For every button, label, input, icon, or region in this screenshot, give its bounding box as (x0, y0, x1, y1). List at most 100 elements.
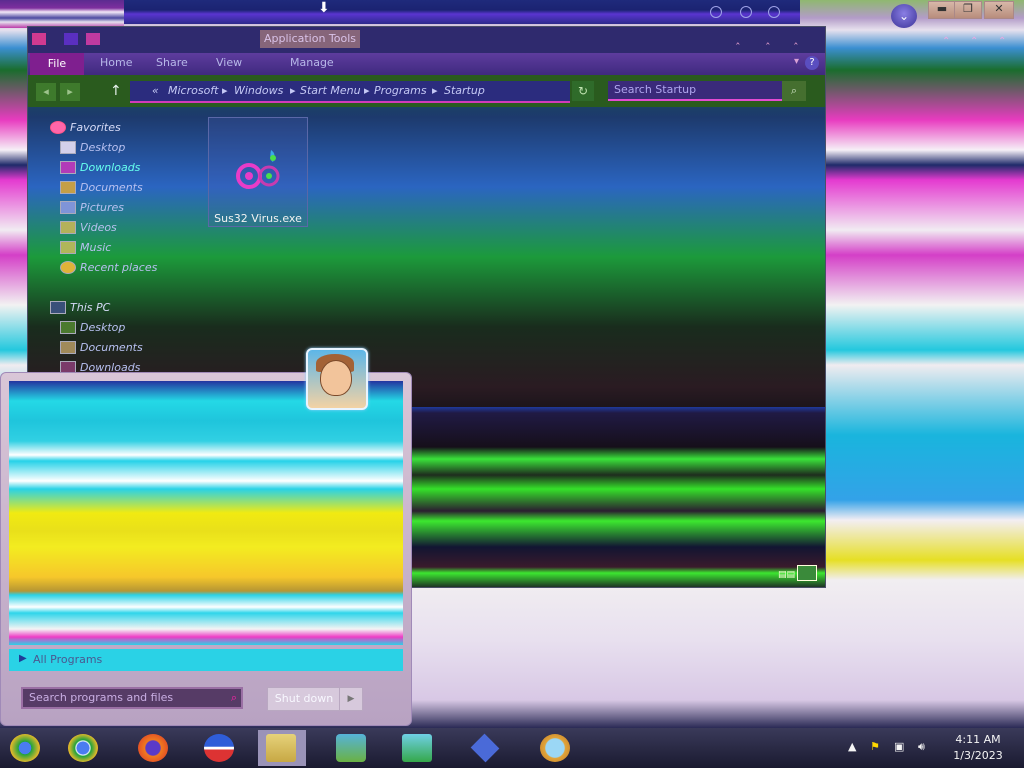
breadcrumb-segment[interactable]: Windows (234, 84, 283, 97)
taskbar-browser-button[interactable] (196, 730, 244, 766)
taskbar-chrome-button[interactable] (2, 730, 50, 766)
computer-icon (50, 301, 66, 314)
favorites-heading[interactable]: Favorites (70, 121, 121, 134)
desktop-icon (60, 321, 76, 334)
chrome-icon (10, 734, 40, 762)
circle-icon (768, 6, 780, 18)
shutdown-button[interactable]: Shut down (267, 687, 341, 711)
this-pc-heading[interactable]: This PC (70, 301, 110, 314)
breadcrumb-separator[interactable]: ▸ (432, 84, 438, 97)
taskbar: ▲ ⚑ ▣ 🔊︎ 4:11 AM 1/3/2023 (0, 728, 1024, 768)
application-tools-label: Application Tools (260, 30, 360, 48)
chrome-icon (68, 734, 98, 762)
properties-icon[interactable] (64, 33, 78, 45)
minimize-button[interactable]: ‸ (736, 32, 740, 45)
nav-item-documents[interactable]: Documents (80, 181, 143, 194)
music-icon (60, 241, 76, 254)
nav-item-music[interactable]: Music (80, 241, 111, 254)
tab-file[interactable]: File (30, 53, 84, 75)
back-button[interactable]: ◂ (36, 83, 56, 101)
triangle-right-icon: ▶ (19, 653, 27, 664)
pictures-icon (60, 201, 76, 214)
taskbar-control-panel-button[interactable] (394, 730, 442, 766)
pinned-programs-list[interactable] (9, 381, 403, 645)
new-folder-icon[interactable] (86, 33, 100, 45)
tab-home[interactable]: Home (100, 56, 132, 69)
magnifier-icon (540, 734, 570, 762)
up-arrow-icon[interactable]: ↑ (110, 83, 122, 99)
taskbar-firefox-button[interactable] (130, 730, 178, 766)
restore-button[interactable]: ❐ (954, 1, 982, 19)
download-arrow-icon[interactable]: ⬇ (318, 0, 330, 16)
tab-share[interactable]: Share (156, 56, 188, 69)
large-icons-view-icon[interactable] (797, 565, 817, 581)
tab-manage[interactable]: Manage (290, 56, 334, 69)
breadcrumb-separator[interactable]: ▸ (364, 84, 370, 97)
quick-access-toolbar: Application Tools ‸ ‸ ‸ (28, 27, 825, 53)
details-view-icon[interactable]: ▤▤ (778, 570, 795, 580)
ribbon-tabs: File Home Share View Manage ▾ ? (28, 53, 825, 75)
all-programs-button[interactable]: ▶ All Programs (9, 649, 403, 671)
nav-item-pc-desktop[interactable]: Desktop (80, 321, 125, 334)
search-input[interactable]: Search Startup (608, 81, 782, 101)
maximize-button[interactable]: ‸ (766, 32, 770, 45)
nav-item-desktop[interactable]: Desktop (80, 141, 125, 154)
folder-icon[interactable] (32, 33, 46, 45)
user-avatar[interactable] (306, 348, 368, 410)
file-explorer-icon (266, 734, 296, 762)
documents-icon (60, 341, 76, 354)
close-button[interactable]: ✕ (984, 1, 1014, 19)
help-icon[interactable]: ? (805, 56, 819, 70)
ribbon-collapse-icon[interactable]: ▾ (794, 56, 799, 67)
refresh-icon[interactable]: ↻ (572, 81, 594, 101)
circle-icon (740, 6, 752, 18)
taskbar-vpn-button[interactable] (462, 730, 510, 766)
search-placeholder: Search programs and files (29, 691, 174, 704)
breadcrumb-segment[interactable]: Start Menu (300, 84, 361, 97)
network-people-icon (336, 734, 366, 762)
search-icon: ⌕ (230, 691, 237, 704)
nav-item-videos[interactable]: Videos (80, 221, 117, 234)
chevron-down-icon[interactable]: ⌄ (891, 4, 917, 28)
shutdown-options-button[interactable]: ▶ (339, 687, 363, 711)
top-window-strip: ⬇ (124, 0, 800, 24)
breadcrumb-separator[interactable]: ▸ (222, 84, 228, 97)
network-icon[interactable]: ▣ (894, 740, 904, 753)
minimize-button[interactable]: ▬ (928, 1, 956, 19)
show-hidden-icons[interactable]: ▲ (848, 740, 856, 753)
file-name: Sus32 Virus.exe (214, 212, 302, 225)
control-panel-icon (402, 734, 432, 762)
navigation-bar: ◂ ▸ ↑ « Microsoft ▸ Windows ▸ Start Menu… (28, 75, 825, 107)
breadcrumb-segment[interactable]: Startup (444, 84, 485, 97)
qat-dropdown-icon[interactable] (108, 33, 116, 45)
firefox-icon (138, 734, 168, 762)
forward-button[interactable]: ▸ (60, 83, 80, 101)
taskbar-network-button[interactable] (328, 730, 376, 766)
circle-icon (710, 6, 722, 18)
address-bar[interactable]: « Microsoft ▸ Windows ▸ Start Menu ▸ Pro… (130, 81, 570, 103)
breadcrumb-segment[interactable]: Programs (374, 84, 427, 97)
taskbar-explorer-button[interactable] (258, 730, 306, 766)
clock-date: 1/3/2023 (953, 749, 1003, 762)
taskbar-search-button[interactable] (532, 730, 580, 766)
close-button[interactable]: ‸ (794, 32, 798, 45)
volume-icon[interactable]: 🔊︎ (918, 740, 925, 754)
taskbar-clock[interactable]: 4:11 AM 1/3/2023 (940, 732, 1016, 764)
desktop-icon (60, 141, 76, 154)
start-search-input[interactable]: Search programs and files ⌕ (21, 687, 243, 709)
tab-view[interactable]: View (216, 56, 242, 69)
nav-item-pc-documents[interactable]: Documents (80, 341, 143, 354)
nav-item-downloads[interactable]: Downloads (80, 161, 140, 174)
caption-dot-icon: ⌃ (970, 36, 979, 47)
taskbar-chrome-button[interactable] (60, 730, 108, 766)
search-icon[interactable]: ⌕ (782, 81, 806, 101)
breadcrumb-separator[interactable]: ▸ (290, 84, 296, 97)
address-overflow[interactable]: « (152, 84, 159, 97)
clock-time: 4:11 AM (955, 733, 1001, 746)
nav-item-pictures[interactable]: Pictures (80, 201, 124, 214)
action-center-flag-icon[interactable]: ⚑ (870, 740, 880, 753)
nav-item-recent-places[interactable]: Recent places (80, 261, 157, 274)
obama-logo-icon (204, 734, 234, 762)
breadcrumb-segment[interactable]: Microsoft (168, 84, 219, 97)
file-item[interactable]: Sus32 Virus.exe (208, 117, 308, 227)
